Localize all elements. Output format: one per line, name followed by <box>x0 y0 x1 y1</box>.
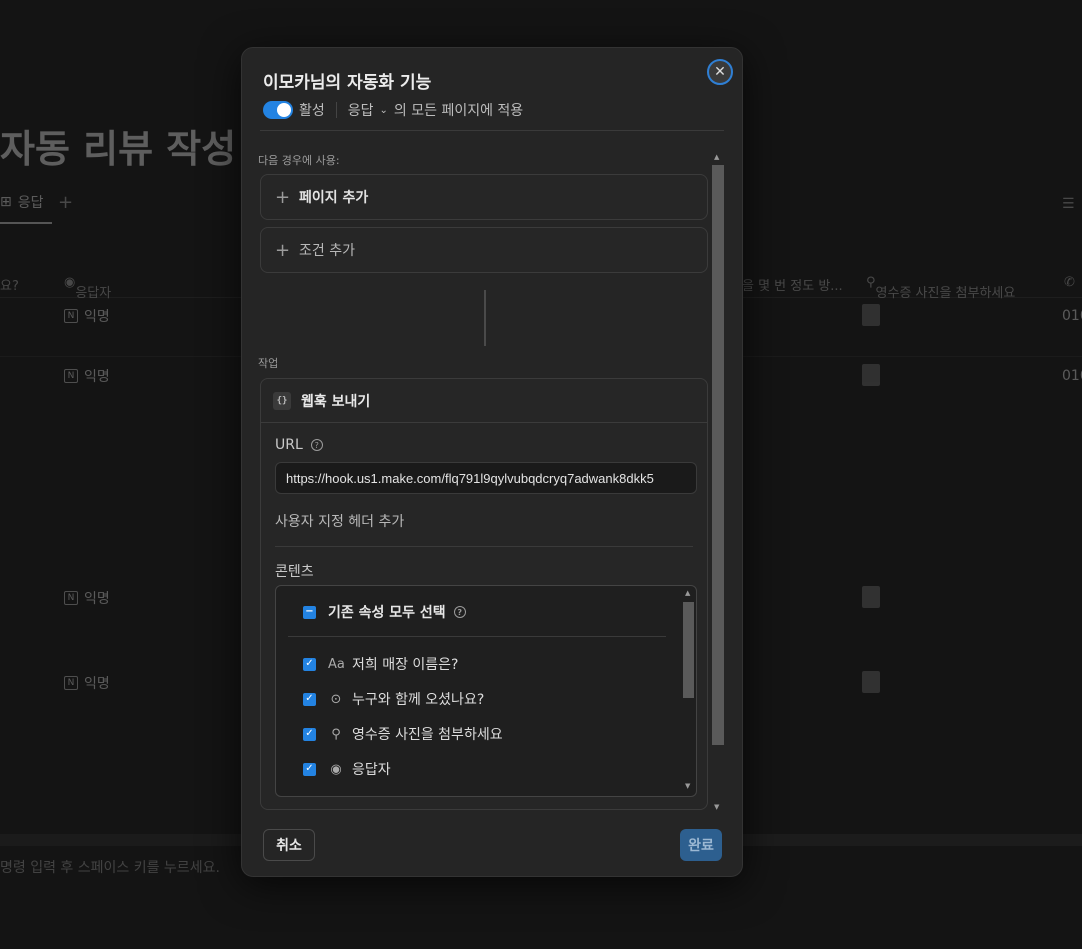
column-header: ⚲ 영수증 사진을 첨부하세요 <box>866 275 1016 301</box>
property-label: 저희 매장 이름은? <box>352 657 459 673</box>
apply-scope-label: 의 모든 페이지에 적용 <box>393 103 524 119</box>
phone-cell: 010 <box>1062 368 1082 384</box>
done-button[interactable]: 완료 <box>680 829 722 861</box>
property-item[interactable]: ✓ ⚲ 영수증 사진을 첨부하세요 <box>303 724 503 744</box>
select-all-label: 기존 속성 모두 선택 <box>328 605 446 621</box>
plus-icon: + <box>275 186 291 208</box>
notion-icon: N <box>64 309 78 323</box>
indeterminate-checkbox-icon[interactable]: − <box>303 605 316 619</box>
property-item[interactable]: ✓ ⊙ 누구와 함께 오셨나요? <box>303 689 484 709</box>
column-header: 을 몇 번 정도 방... <box>742 279 843 294</box>
active-toggle[interactable] <box>263 101 293 119</box>
notion-icon: N <box>64 591 78 605</box>
modal-scrollbar[interactable]: ▲ ▼ <box>712 153 724 813</box>
scroll-down-icon[interactable]: ▼ <box>714 803 719 811</box>
receipt-thumbnail <box>862 364 880 386</box>
select-icon: ⊙ <box>330 691 342 707</box>
add-condition-label: 조건 추가 <box>299 243 355 259</box>
active-label: 활성 <box>299 103 325 119</box>
content-label: 콘텐츠 <box>275 564 314 580</box>
property-item[interactable]: ✓ ◉ 응답자 <box>303 759 391 779</box>
table-row: N 익명 <box>64 366 110 386</box>
table-row: N 익명 <box>64 306 110 326</box>
scroll-up-icon[interactable]: ▲ <box>685 589 690 597</box>
chevron-down-icon[interactable]: ⌄ <box>380 105 388 116</box>
webhook-icon: {} <box>273 391 291 410</box>
divider <box>275 546 693 547</box>
help-icon[interactable]: ? <box>310 439 323 451</box>
property-label: 누구와 함께 오셨나요? <box>352 692 485 708</box>
scrollbar-thumb[interactable] <box>683 602 694 698</box>
add-custom-header-button[interactable]: 사용자 지정 헤더 추가 <box>275 511 404 531</box>
command-hint: 명령 입력 후 스페이스 키를 누르세요. <box>0 860 220 876</box>
tab-responses[interactable]: ⊞ 응답 <box>0 192 44 212</box>
cancel-button[interactable]: 취소 <box>263 829 315 861</box>
phone-icon: ✆ <box>1064 275 1075 290</box>
header-divider <box>260 130 724 131</box>
filter-icon[interactable]: ☰ <box>1062 196 1075 212</box>
plus-icon: + <box>275 239 291 261</box>
add-page-trigger[interactable]: + 페이지 추가 <box>260 174 708 220</box>
checkbox-checked-icon[interactable]: ✓ <box>303 692 316 706</box>
scroll-up-icon[interactable]: ▲ <box>714 153 719 161</box>
divider <box>288 636 666 637</box>
automation-modal: ✕ 이모카님의 자동화 기능 활성 응답 ⌄ 의 모든 페이지에 적용 다음 경… <box>241 47 743 877</box>
checkbox-checked-icon[interactable]: ✓ <box>303 727 316 741</box>
tab-label: 응답 <box>17 195 44 211</box>
webhook-action-card: {} 웹훅 보내기 URL ? https://hook.us1.make.co… <box>260 378 708 810</box>
webhook-action-header[interactable]: {} 웹훅 보내기 <box>261 379 707 423</box>
database-selector[interactable]: 응답 <box>348 100 374 120</box>
scroll-down-icon[interactable]: ▼ <box>685 782 690 790</box>
checkbox-checked-icon[interactable]: ✓ <box>303 657 316 671</box>
receipt-thumbnail <box>862 586 880 608</box>
modal-scroll-area[interactable]: 다음 경우에 사용: + 페이지 추가 + 조건 추가 작업 {} 웹훅 보내기 U… <box>258 148 710 813</box>
modal-title: 이모카님의 자동화 기능 <box>263 73 432 93</box>
property-list-scrollbar[interactable]: ▲ ▼ <box>680 586 696 796</box>
property-label: 응답자 <box>352 762 391 778</box>
select-all-checkbox[interactable]: − 기존 속성 모두 선택 ? <box>303 602 466 622</box>
column-header: 요? <box>0 279 19 294</box>
tab-underline <box>0 222 52 224</box>
person-icon: ◉ <box>330 761 342 777</box>
scrollbar-thumb[interactable] <box>712 165 724 745</box>
close-icon[interactable]: ✕ <box>707 59 733 85</box>
column-header: ◉ 응답자 <box>64 275 112 301</box>
divider <box>335 102 337 118</box>
action-section-label: 작업 <box>258 357 279 370</box>
page-title: 자동 리뷰 작성 <box>0 127 237 171</box>
webhook-title: 웹훅 보내기 <box>301 393 371 410</box>
add-condition-trigger[interactable]: + 조건 추가 <box>260 227 708 273</box>
phone-cell: 010 <box>1062 308 1082 324</box>
text-icon: Aa <box>328 656 345 672</box>
property-item[interactable]: ✓ Aa 저희 매장 이름은? <box>303 654 459 674</box>
table-icon: ⊞ <box>0 194 12 210</box>
table-row: N 익명 <box>64 673 110 693</box>
notion-icon: N <box>64 369 78 383</box>
property-list[interactable]: − 기존 속성 모두 선택 ? ✓ Aa 저희 매장 이름은? ✓ ⊙ 누구와 … <box>275 585 697 797</box>
add-view-icon[interactable]: + <box>58 192 73 213</box>
trigger-section-label: 다음 경우에 사용: <box>258 154 340 167</box>
paperclip-icon: ⚲ <box>331 726 341 742</box>
add-page-label: 페이지 추가 <box>299 190 369 206</box>
checkbox-checked-icon[interactable]: ✓ <box>303 762 316 776</box>
property-label: 영수증 사진을 첨부하세요 <box>352 727 503 743</box>
notion-icon: N <box>64 676 78 690</box>
url-label: URL ? <box>275 437 323 453</box>
receipt-thumbnail <box>862 671 880 693</box>
automation-status-bar: 활성 응답 ⌄ 의 모든 페이지에 적용 <box>263 100 523 120</box>
table-row: N 익명 <box>64 588 110 608</box>
help-icon[interactable]: ? <box>453 606 466 618</box>
url-input[interactable]: https://hook.us1.make.com/flq791l9qylvub… <box>275 462 697 494</box>
receipt-thumbnail <box>862 304 880 326</box>
flow-connector <box>484 290 486 346</box>
